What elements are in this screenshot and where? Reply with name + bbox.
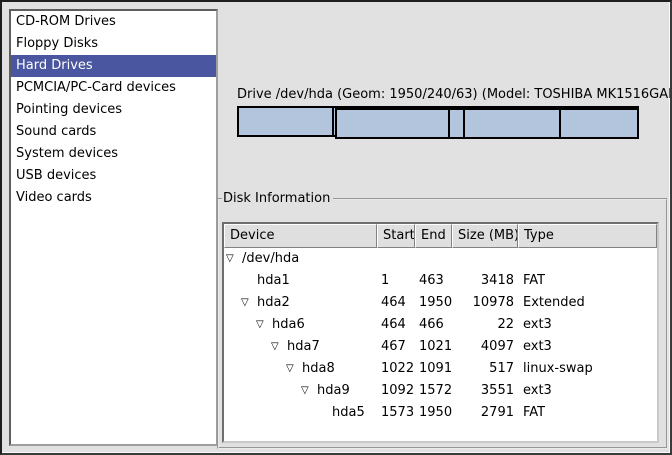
sidebar-item-pointing-devices[interactable]: Pointing devices [11, 99, 216, 121]
device-name: hda2 [257, 292, 290, 314]
cell-type: ext3 [518, 336, 552, 358]
cell-end [415, 248, 452, 270]
cell-size: 3551 [452, 380, 518, 402]
device-name: hda1 [257, 270, 290, 292]
cell-size: 3418 [452, 270, 518, 292]
disk-information-groupbox: Disk Information DeviceStartEndSize (MB)… [217, 191, 668, 449]
drive-title: Drive /dev/hda (Geom: 1950/240/63) (Mode… [237, 87, 639, 102]
cell-type: ext3 [518, 380, 552, 402]
drive-partition-bar [237, 106, 639, 137]
sidebar-item-usb-devices[interactable]: USB devices [11, 165, 216, 187]
tree-expander-icon[interactable]: ▽ [286, 358, 302, 380]
table-row-hda5[interactable]: hda5 157319502791FAT [224, 402, 657, 424]
table-body: ▽/dev/hdahda114633418FAT▽hda246419501097… [224, 248, 657, 424]
tree-expander-icon[interactable]: ▽ [301, 380, 317, 402]
table-row-hda7[interactable]: ▽hda7 46710214097ext3 [224, 336, 657, 358]
sidebar-item-video-cards[interactable]: Video cards [11, 187, 216, 209]
device-name: /dev/hda [242, 248, 299, 270]
table-row-hda1[interactable]: hda1 14633418FAT [224, 270, 657, 292]
cell-type [518, 248, 523, 270]
device-name: hda8 [302, 358, 335, 380]
sidebar-item-pcmcia-pc-card-devices[interactable]: PCMCIA/PC-Card devices [11, 77, 216, 99]
logical-partition-boundary [463, 110, 465, 137]
sidebar-item-system-devices[interactable]: System devices [11, 143, 216, 165]
cell-start [377, 248, 415, 270]
cell-size: 2791 [452, 402, 518, 424]
cell-end: 466 [415, 314, 452, 336]
tree-expander-icon[interactable]: ▽ [241, 292, 257, 314]
cell-start: 1 [377, 270, 415, 292]
cell-end: 1950 [415, 292, 452, 314]
cell-size: 10978 [452, 292, 518, 314]
cell-type: ext3 [518, 314, 552, 336]
cell-end: 463 [415, 270, 452, 292]
cell-size [452, 248, 518, 270]
cell-end: 1950 [415, 402, 452, 424]
disk-information-label: Disk Information [222, 191, 333, 206]
sidebar-item-sound-cards[interactable]: Sound cards [11, 121, 216, 143]
table-header-row: DeviceStartEndSize (MB)Type [224, 224, 657, 248]
device-name: hda6 [272, 314, 305, 336]
sidebar-item-floppy-disks[interactable]: Floppy Disks [11, 33, 216, 55]
hardware-browser-window: CD-ROM DrivesFloppy DisksHard DrivesPCMC… [0, 0, 672, 455]
table-row-hda9[interactable]: ▽hda9 109215723551ext3 [224, 380, 657, 402]
table-row-hda8[interactable]: ▽hda8 10221091517linux-swap [224, 358, 657, 380]
cell-start: 464 [377, 292, 415, 314]
column-header-end[interactable]: End [415, 224, 452, 248]
cell-end: 1091 [415, 358, 452, 380]
device-name: hda5 [332, 402, 365, 424]
sidebar-item-cd-rom-drives[interactable]: CD-ROM Drives [11, 11, 216, 33]
device-name: hda7 [287, 336, 320, 358]
column-header-type[interactable]: Type [518, 224, 657, 248]
cell-type: FAT [518, 402, 545, 424]
sidebar-item-hard-drives[interactable]: Hard Drives [11, 55, 216, 77]
cell-start: 464 [377, 314, 415, 336]
table-row-dev-hda[interactable]: ▽/dev/hda [224, 248, 657, 270]
tree-expander-icon[interactable]: ▽ [256, 314, 272, 336]
disk-information-table: DeviceStartEndSize (MB)Type ▽/dev/hdahda… [222, 222, 659, 443]
tree-expander-icon[interactable]: ▽ [226, 248, 242, 270]
logical-partition-boundary [448, 110, 450, 137]
cell-start: 467 [377, 336, 415, 358]
cell-size: 517 [452, 358, 518, 380]
table-row-hda6[interactable]: ▽hda6 46446622ext3 [224, 314, 657, 336]
device-name: hda9 [317, 380, 350, 402]
device-category-list: CD-ROM DrivesFloppy DisksHard DrivesPCMC… [9, 9, 218, 446]
column-header-device[interactable]: Device [224, 224, 377, 248]
cell-type: Extended [518, 292, 585, 314]
cell-size: 22 [452, 314, 518, 336]
column-header-size-mb[interactable]: Size (MB) [452, 224, 518, 248]
cell-end: 1021 [415, 336, 452, 358]
cell-size: 4097 [452, 336, 518, 358]
cell-end: 1572 [415, 380, 452, 402]
cell-type: linux-swap [518, 358, 593, 380]
cell-start: 1573 [377, 402, 415, 424]
tree-expander-icon[interactable]: ▽ [271, 336, 287, 358]
cell-start: 1022 [377, 358, 415, 380]
cell-start: 1092 [377, 380, 415, 402]
table-row-hda2[interactable]: ▽hda2 464195010978Extended [224, 292, 657, 314]
logical-partition-boundary [559, 110, 561, 137]
cell-type: FAT [518, 270, 545, 292]
extended-partition-box [335, 108, 639, 139]
column-header-start[interactable]: Start [377, 224, 415, 248]
